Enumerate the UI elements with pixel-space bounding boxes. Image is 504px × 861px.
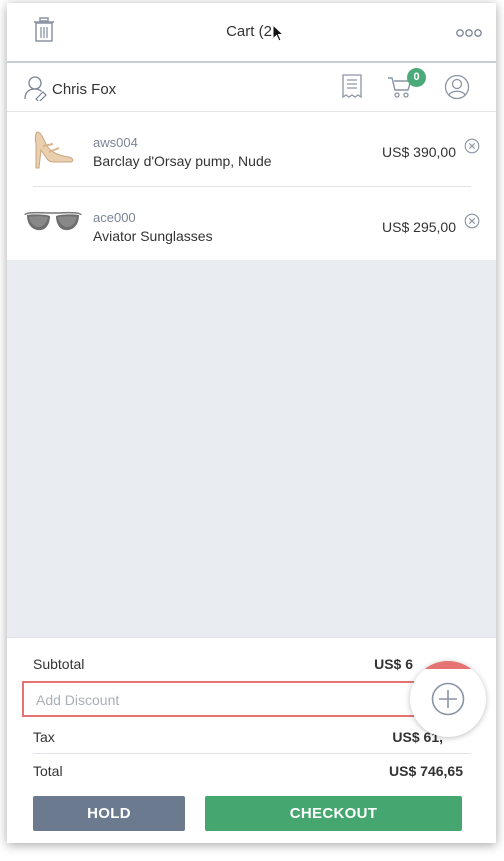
list-item[interactable]: aws004 Barclay d'Orsay pump, Nude US$ 39… [7, 112, 496, 186]
hold-button[interactable]: HOLD [33, 796, 185, 831]
discount-input[interactable] [34, 688, 418, 712]
item-name: Barclay d'Orsay pump, Nude [93, 153, 272, 169]
cart-summary: Subtotal US$ 6 Tax US$ 61, Total US$ 746… [7, 637, 496, 843]
customer-name[interactable]: Chris Fox [52, 81, 116, 98]
total-label: Total [33, 763, 63, 779]
cart-panel: Cart (2) Chris Fox 0 aws004 Barclay d'Or… [7, 3, 496, 843]
cart-count-badge: 0 [407, 68, 426, 87]
mouse-cursor-icon [272, 23, 285, 47]
remove-item-icon[interactable] [464, 138, 480, 159]
subtotal-label: Subtotal [33, 656, 85, 672]
discount-field[interactable] [22, 681, 442, 717]
divider [33, 753, 471, 754]
empty-cart-area [7, 260, 496, 637]
list-item[interactable]: ace000 Aviator Sunglasses US$ 295,00 [7, 187, 496, 261]
item-price: US$ 295,00 [382, 219, 456, 235]
customer-bar: Chris Fox 0 [7, 63, 496, 112]
page-title: Cart (2) [226, 23, 277, 40]
subtotal-value: US$ 6 [374, 656, 413, 672]
sunglasses-thumbnail [23, 201, 83, 246]
receipt-icon[interactable] [341, 74, 363, 105]
add-discount-button[interactable] [410, 661, 486, 737]
cart-items-list: aws004 Barclay d'Orsay pump, Nude US$ 39… [7, 112, 496, 260]
profile-icon[interactable] [444, 74, 470, 105]
remove-item-icon[interactable] [464, 213, 480, 234]
item-name: Aviator Sunglasses [93, 228, 213, 244]
checkout-button[interactable]: CHECKOUT [205, 796, 462, 831]
cart-header: Cart (2) [7, 3, 496, 63]
item-sku: ace000 [93, 210, 136, 225]
tax-label: Tax [33, 729, 55, 745]
item-sku: aws004 [93, 135, 138, 150]
heel-shoe-thumbnail [23, 126, 79, 177]
more-options-icon[interactable] [456, 25, 482, 43]
total-value: US$ 746,65 [389, 763, 463, 779]
user-edit-icon[interactable] [23, 75, 49, 106]
discount-highlight [410, 661, 486, 669]
item-price: US$ 390,00 [382, 144, 456, 160]
plus-circle-icon[interactable] [430, 681, 466, 722]
